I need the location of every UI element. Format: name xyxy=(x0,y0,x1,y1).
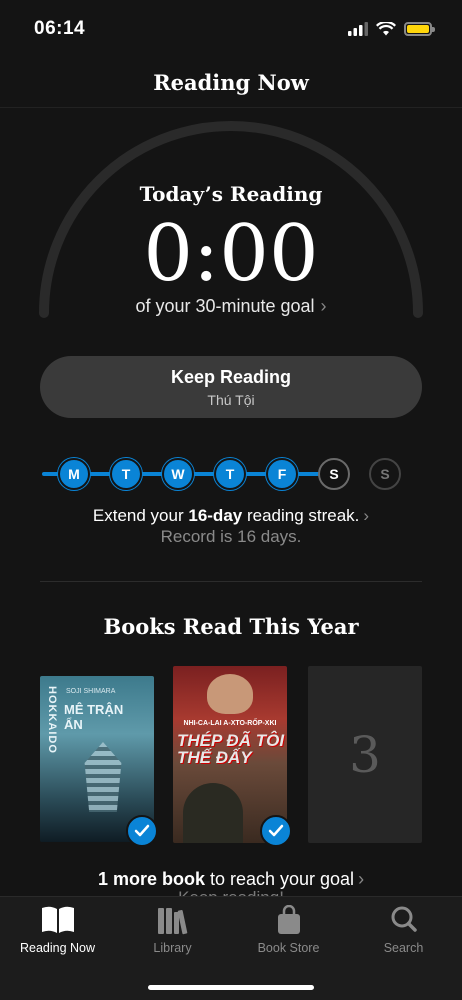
book2-author: NHI-CA-LAI A-XTO-RỐP-XKI xyxy=(183,720,277,727)
completed-check-icon xyxy=(126,815,158,847)
book2-title: THÉP ĐÃ TÔI THẾ ĐẤY xyxy=(177,731,285,767)
signal-icon xyxy=(348,22,368,36)
book-placeholder-3: 3 xyxy=(308,666,422,843)
goal-subtitle: of your 30-minute goal xyxy=(135,296,315,316)
library-books-icon xyxy=(157,908,187,935)
tab-search[interactable]: Search xyxy=(346,905,461,955)
day-tuesday: T xyxy=(110,458,142,490)
keep-reading-label: Keep Reading xyxy=(170,366,292,387)
home-indicator[interactable] xyxy=(148,985,314,990)
shopping-bag-icon xyxy=(277,905,300,934)
section-divider xyxy=(40,581,422,582)
tab-label: Book Store xyxy=(257,941,320,955)
status-icons xyxy=(348,22,435,36)
streak-link[interactable]: Extend your 16-day reading streak. › xyxy=(0,506,462,526)
streak-text-suffix: reading streak. xyxy=(242,506,360,525)
keep-reading-button[interactable]: Keep Reading Thú Tội xyxy=(40,356,422,418)
tab-label: Reading Now xyxy=(19,941,96,955)
tab-label: Library xyxy=(153,941,192,955)
book1-author: SOJI SHIMARA xyxy=(66,688,116,695)
book2-soldier-illustration xyxy=(183,783,243,843)
page-title: Reading Now xyxy=(153,70,309,95)
book1-illustration xyxy=(84,742,122,812)
books-read-title: Books Read This Year xyxy=(103,614,359,639)
tab-book-store[interactable]: Book Store xyxy=(231,905,346,955)
book-open-icon xyxy=(41,906,74,933)
streak-record: Record is 16 days. xyxy=(160,527,302,546)
keep-reading-book: Thú Tội xyxy=(207,391,255,408)
books-remaining: 1 more book xyxy=(97,869,205,889)
completed-check-icon xyxy=(260,815,292,847)
day-friday: F xyxy=(266,458,298,490)
chevron-right-icon: › xyxy=(358,869,365,889)
todays-reading-label: Today’s Reading xyxy=(139,182,323,206)
status-bar: 06:14 xyxy=(0,0,462,58)
book2-illustration xyxy=(207,674,253,714)
day-monday: M xyxy=(58,458,90,490)
day-wednesday: W xyxy=(162,458,194,490)
books-remaining-suffix: to reach your goal xyxy=(204,869,355,889)
streak-days: 16-day xyxy=(188,506,243,525)
book1-spine: HOKKAIDO xyxy=(46,686,58,754)
chevron-right-icon: › xyxy=(320,296,327,316)
streak-text-prefix: Extend your xyxy=(92,506,189,525)
battery-icon xyxy=(404,22,435,36)
day-sunday: S xyxy=(369,458,401,490)
status-time: 06:14 xyxy=(34,18,86,39)
book-placeholder-number: 3 xyxy=(349,725,381,784)
reading-streak: M T W T F S S xyxy=(40,456,422,492)
chevron-right-icon: › xyxy=(363,506,370,525)
tab-reading-now[interactable]: Reading Now xyxy=(0,905,115,955)
search-icon xyxy=(391,906,417,932)
tab-label: Search xyxy=(383,941,424,955)
tab-bar: Reading Now Library Book Store Search xyxy=(0,896,462,1000)
day-saturday: S xyxy=(318,458,350,490)
book1-title: MÊ TRẬN ẨN xyxy=(64,702,124,732)
yearly-goal-link[interactable]: 1 more book to reach your goal › xyxy=(0,869,462,890)
wifi-icon xyxy=(376,22,396,36)
day-thursday: T xyxy=(214,458,246,490)
header: Reading Now xyxy=(0,58,462,108)
tab-library[interactable]: Library xyxy=(115,905,230,955)
reading-time: 0:00 xyxy=(143,209,319,299)
goal-link[interactable]: of your 30-minute goal › xyxy=(0,296,462,317)
